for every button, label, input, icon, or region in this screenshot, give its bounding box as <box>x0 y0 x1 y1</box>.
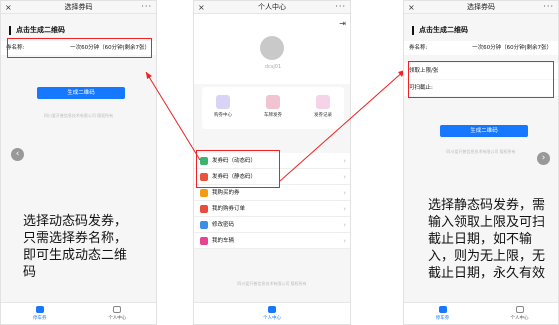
menu-change-password[interactable]: 修改密码 › <box>194 217 350 233</box>
right-annotation: 选择静态码发券，需输入领取上限及可扫截止日期，如不输入，则为无上限，无截止日期，… <box>428 198 546 281</box>
more-icon[interactable]: ··· <box>141 1 152 13</box>
tab-profile-label: 个人中心 <box>263 316 281 321</box>
user-icon <box>113 306 122 313</box>
right-generate-button[interactable]: 生成二维码 <box>440 125 528 137</box>
coupon-value: 一次60分钟（60分钟|剩余7张） <box>472 45 552 51</box>
car-icon <box>266 95 280 109</box>
bag-icon <box>216 95 230 109</box>
tutorial-composite: × 选择券码 ··· 点击生成二维码 券名称: 一次60分钟（60分钟|剩余7张… <box>0 0 559 325</box>
tab-profile-label: 个人中心 <box>108 316 127 321</box>
left-title: 选择券码 <box>64 3 93 11</box>
more-icon[interactable]: ··· <box>543 1 554 13</box>
right-section-title: 点击生成二维码 <box>412 26 558 35</box>
right-phone-screen: × 选择券码 ··· 点击生成二维码 券名称: 一次60分钟（60分钟|剩余7张… <box>403 0 559 325</box>
profile-header: ⇥ dcsj01 <box>194 14 350 84</box>
record-icon <box>316 95 330 109</box>
ticket-icon <box>200 189 208 197</box>
username: dcsj01 <box>264 64 282 70</box>
right-copyright: 四川爱开普信息技术有限公司 版权所有 <box>446 149 516 154</box>
tab-profile[interactable]: 个人中心 <box>481 303 558 324</box>
middle-titlebar: × 个人中心 ··· <box>194 1 350 14</box>
close-icon[interactable]: × <box>5 1 12 14</box>
tab-coupon-label: 停车券 <box>435 316 450 321</box>
left-section-title: 点击生成二维码 <box>9 26 156 35</box>
menu-my-coupons-label: 我购买的券 <box>212 190 240 196</box>
car-icon <box>200 237 208 245</box>
order-icon <box>200 205 208 213</box>
quick-buy-label: 购券中心 <box>214 113 232 118</box>
menu-orders-label: 我的购券订单 <box>212 206 246 212</box>
logout-icon[interactable]: ⇥ <box>339 19 346 28</box>
chevron-right-icon: › <box>343 237 346 245</box>
right-title: 选择券码 <box>467 3 495 11</box>
tab-coupon-label: 停车券 <box>33 316 47 321</box>
ticket-icon <box>438 306 447 313</box>
left-annotation: 选择动态码发券，只需选择券名称，即可生成动态二维码 <box>23 214 128 280</box>
menu-my-vehicles[interactable]: 我的车辆 › <box>194 233 350 249</box>
chevron-right-icon: › <box>343 157 346 165</box>
close-icon[interactable]: × <box>198 1 205 14</box>
lock-icon <box>200 221 208 229</box>
menu-password-label: 修改密码 <box>212 222 235 228</box>
left-generate-button[interactable]: 生成二维码 <box>37 87 125 99</box>
coupon-label: 券名称: <box>409 45 428 51</box>
menu-vehicles-label: 我的车辆 <box>212 238 235 244</box>
menu-orders[interactable]: 我的购券订单 › <box>194 201 350 217</box>
right-coupon-field[interactable]: 券名称: 一次60分钟（60分钟|剩余7张） <box>404 41 558 55</box>
quick-buy-center[interactable]: 购券中心 <box>208 95 238 118</box>
quick-plate-coupon[interactable]: 车牌发券 <box>258 95 288 118</box>
middle-title: 个人中心 <box>258 3 286 11</box>
quick-records-label: 发券记录 <box>314 113 332 118</box>
prev-arrow-icon[interactable]: ‹ <box>11 148 24 161</box>
middle-highlight-box <box>196 150 280 188</box>
tab-profile[interactable]: 个人中心 <box>79 303 157 324</box>
avatar[interactable] <box>260 36 284 60</box>
left-titlebar: × 选择券码 ··· <box>1 1 156 14</box>
right-titlebar: × 选择券码 ··· <box>404 1 558 14</box>
tab-coupon[interactable]: 停车券 <box>1 303 79 324</box>
quick-plate-label: 车牌发券 <box>264 113 282 118</box>
left-copyright: 四川爱开普信息技术有限公司 版权所有 <box>43 113 114 118</box>
middle-tabbar: 个人中心 <box>194 302 350 324</box>
chevron-right-icon: › <box>343 221 346 229</box>
left-highlight-box <box>7 38 152 58</box>
quick-records[interactable]: 发券记录 <box>308 95 338 118</box>
tab-profile-label: 个人中心 <box>510 316 529 321</box>
tab-coupon[interactable]: 停车券 <box>404 303 481 324</box>
chevron-right-icon: › <box>343 173 346 181</box>
next-arrow-icon[interactable]: › <box>537 152 550 165</box>
tab-profile[interactable]: 个人中心 <box>194 303 350 324</box>
left-tabbar: 停车券 个人中心 <box>1 302 156 324</box>
right-tabbar: 停车券 个人中心 <box>404 302 558 324</box>
chevron-right-icon: › <box>343 205 346 213</box>
close-icon[interactable]: × <box>408 1 415 14</box>
user-icon <box>515 306 524 313</box>
middle-copyright: 四川爱开普信息技术有限公司 版权所有 <box>237 281 307 286</box>
quick-actions: 购券中心 车牌发券 发券记录 <box>202 87 344 129</box>
chevron-right-icon: › <box>343 189 346 197</box>
more-icon[interactable]: ··· <box>335 1 346 13</box>
user-icon <box>268 306 276 313</box>
ticket-icon <box>35 306 44 313</box>
right-highlight-box <box>408 61 554 98</box>
